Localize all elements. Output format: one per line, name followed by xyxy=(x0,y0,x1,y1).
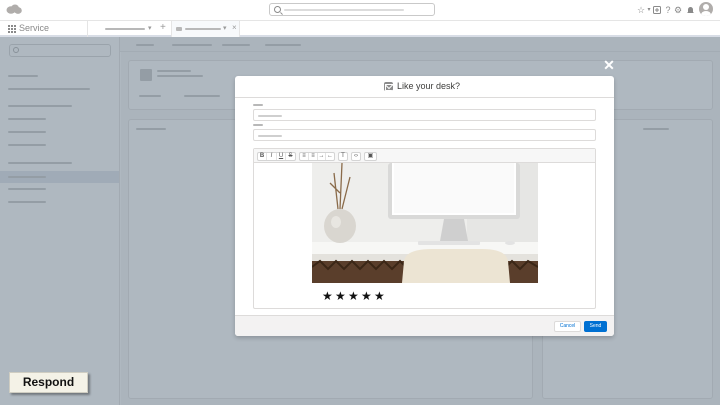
insert-image-icon[interactable]: ▣ xyxy=(365,153,376,160)
indent-icon[interactable]: → xyxy=(318,153,326,160)
email-composer-modal: Like your desk? B I U S ≡ ≡ → ← T ‹› ▣ ★… xyxy=(235,76,614,336)
chevron-down-icon[interactable]: ▾ xyxy=(223,24,227,32)
to-field-input[interactable] xyxy=(253,109,596,121)
numbered-list-icon[interactable]: ≡ xyxy=(309,153,318,160)
star-icon[interactable]: ★ xyxy=(335,290,347,302)
app-name: Service xyxy=(19,23,50,33)
help-icon[interactable]: ? xyxy=(663,5,673,15)
clear-formatting-icon[interactable]: T xyxy=(339,153,347,160)
code-group: ‹› xyxy=(351,152,361,161)
send-button[interactable]: Send xyxy=(584,321,607,332)
outdent-icon[interactable]: ← xyxy=(326,153,334,160)
notifications-bell-icon[interactable] xyxy=(685,5,695,15)
record-type-icon xyxy=(176,27,182,31)
search-placeholder xyxy=(284,9,404,11)
star-icon[interactable]: ★ xyxy=(348,290,360,302)
text-style-group: B I U S xyxy=(257,152,296,161)
global-search-input[interactable] xyxy=(269,3,435,16)
setup-gear-icon[interactable]: ⚙ xyxy=(673,5,683,15)
modal-body: B I U S ≡ ≡ → ← T ‹› ▣ ★ ★ ★ ★ ★ xyxy=(235,98,614,315)
close-tab-icon[interactable]: × xyxy=(232,23,237,32)
add-tab-icon[interactable]: + xyxy=(160,22,166,33)
bulleted-list-icon[interactable]: ≡ xyxy=(300,153,309,160)
add-icon[interactable] xyxy=(652,5,662,15)
subject-field-input[interactable] xyxy=(253,129,596,141)
chevron-down-icon[interactable]: ▾ xyxy=(148,24,152,32)
navigation-bar: Service ▾ + ▾ × xyxy=(0,21,720,37)
desk-photo xyxy=(312,163,538,283)
search-icon xyxy=(274,6,281,13)
user-avatar-icon[interactable] xyxy=(699,2,713,16)
nav-tab-label xyxy=(185,28,221,30)
star-icon[interactable]: ★ xyxy=(374,290,386,302)
to-field-label xyxy=(253,104,263,106)
clear-format-group: T xyxy=(338,152,348,161)
list-group: ≡ ≡ → ← xyxy=(299,152,335,161)
star-icon[interactable]: ★ xyxy=(322,290,334,302)
star-rating[interactable]: ★ ★ ★ ★ ★ xyxy=(322,290,388,302)
email-icon xyxy=(384,82,393,91)
salesforce-cloud-icon[interactable] xyxy=(6,4,22,15)
respond-badge: Respond xyxy=(9,372,88,393)
strikethrough-icon[interactable]: S xyxy=(286,153,295,160)
editor-toolbar: B I U S ≡ ≡ → ← T ‹› ▣ xyxy=(254,149,595,163)
nav-tab-label xyxy=(105,28,145,30)
modal-footer: Cancel Send xyxy=(235,315,614,336)
code-icon[interactable]: ‹› xyxy=(352,153,360,160)
app-launcher-icon[interactable] xyxy=(8,25,16,33)
rich-text-editor[interactable]: B I U S ≡ ≡ → ← T ‹› ▣ ★ ★ ★ ★ ★ xyxy=(253,148,596,309)
modal-title: Like your desk? xyxy=(397,81,461,91)
global-header: ☆ ▾ ? ⚙ xyxy=(0,0,720,21)
cancel-button[interactable]: Cancel xyxy=(554,321,581,332)
subject-field-value xyxy=(258,135,282,137)
image-group: ▣ xyxy=(364,152,377,161)
modal-close-button[interactable]: ✕ xyxy=(602,58,616,72)
bold-icon[interactable]: B xyxy=(258,153,267,160)
nav-tab-2-active[interactable]: ▾ × xyxy=(171,21,240,37)
italic-icon[interactable]: I xyxy=(267,153,277,160)
modal-header: Like your desk? xyxy=(235,76,614,98)
to-field-value xyxy=(258,115,282,117)
subject-field-label xyxy=(253,124,263,126)
nav-tab-1[interactable]: ▾ xyxy=(87,21,157,37)
underline-icon[interactable]: U xyxy=(277,153,286,160)
star-icon[interactable]: ★ xyxy=(361,290,373,302)
